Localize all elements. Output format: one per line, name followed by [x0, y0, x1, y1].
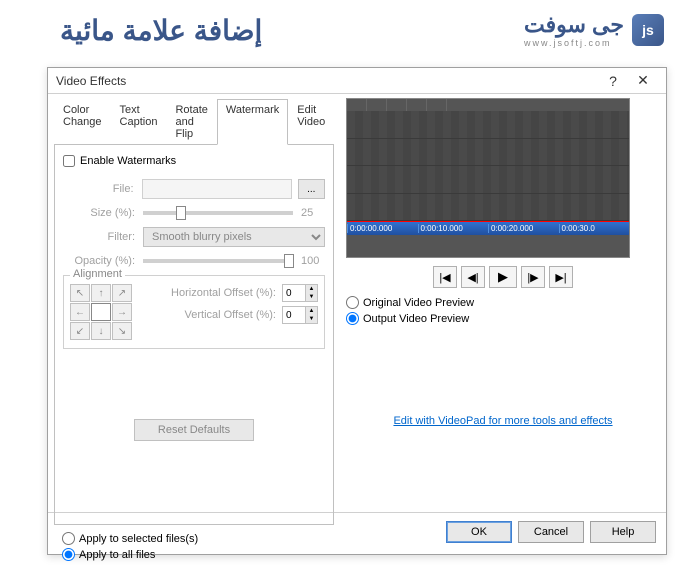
align-bottom-center[interactable]: ↓ — [91, 322, 111, 340]
reset-defaults-button[interactable]: Reset Defaults — [134, 419, 254, 441]
watermark-tab-content: Enable Watermarks File: ... Size (%): 25… — [54, 145, 334, 525]
play-button[interactable]: ▶ — [489, 266, 517, 288]
apply-all-radio[interactable] — [62, 548, 75, 561]
step-back-button[interactable]: ◀| — [461, 266, 485, 288]
apply-selected-radio[interactable] — [62, 532, 75, 545]
video-preview: 0:00:00.000 0:00:10.000 0:00:20.000 0:00… — [346, 98, 630, 258]
apply-scope-radios: Apply to selected files(s) Apply to all … — [54, 525, 334, 568]
skip-start-button[interactable]: |◀ — [433, 266, 457, 288]
tab-text-caption[interactable]: Text Caption — [111, 99, 167, 145]
size-value: 25 — [301, 207, 325, 219]
align-middle-right[interactable]: → — [112, 303, 132, 321]
help-button[interactable]: ? — [598, 70, 628, 92]
banner-logo: جى سوفت www.jsoftj.com js — [524, 12, 664, 48]
tabs: Color Change Text Caption Rotate and Fli… — [54, 98, 334, 145]
preview-timeline[interactable]: 0:00:00.000 0:00:10.000 0:00:20.000 0:00… — [347, 221, 629, 235]
skip-end-button[interactable]: ▶| — [549, 266, 573, 288]
opacity-slider[interactable] — [143, 259, 293, 263]
playback-controls: |◀ ◀| ▶ |▶ ▶| — [346, 266, 660, 288]
cancel-button[interactable]: Cancel — [518, 521, 584, 543]
tab-color-change[interactable]: Color Change — [54, 99, 111, 145]
preview-mode-radios: Original Video Preview Output Video Prev… — [346, 296, 660, 325]
size-slider[interactable] — [143, 211, 293, 215]
apply-all-label: Apply to all files — [79, 549, 155, 561]
output-preview-label: Output Video Preview — [363, 313, 469, 325]
original-preview-label: Original Video Preview — [363, 297, 474, 309]
ok-button[interactable]: OK — [446, 521, 512, 543]
enable-watermarks-label: Enable Watermarks — [80, 155, 176, 167]
apply-selected-label: Apply to selected files(s) — [79, 533, 198, 545]
opacity-label: Opacity (%): — [63, 255, 143, 267]
videopad-link[interactable]: Edit with VideoPad for more tools and ef… — [346, 415, 660, 427]
original-preview-radio[interactable] — [346, 296, 359, 309]
align-bottom-right[interactable]: ↘ — [112, 322, 132, 340]
opacity-value: 100 — [301, 255, 325, 267]
filter-dropdown[interactable]: Smooth blurry pixels — [143, 227, 325, 247]
browse-button[interactable]: ... — [298, 179, 325, 199]
titlebar: Video Effects ? ✕ — [48, 68, 666, 94]
tab-watermark[interactable]: Watermark — [217, 99, 288, 145]
video-effects-dialog: Video Effects ? ✕ Color Change Text Capt… — [47, 67, 667, 555]
output-preview-radio[interactable] — [346, 312, 359, 325]
banner: إضافة علامة مائية جى سوفت www.jsoftj.com… — [0, 0, 694, 60]
align-middle-left[interactable]: ← — [70, 303, 90, 321]
banner-arabic-text: إضافة علامة مائية — [60, 14, 262, 47]
filter-label: Filter: — [63, 231, 143, 243]
help-footer-button[interactable]: Help — [590, 521, 656, 543]
enable-watermarks-checkbox[interactable] — [63, 155, 75, 167]
v-offset-spinner[interactable]: 0 ▲▼ — [282, 306, 318, 324]
h-offset-spinner[interactable]: 0 ▲▼ — [282, 284, 318, 302]
alignment-fieldset: Alignment ↖ ↑ ↗ ← → ↙ ↓ ↘ Horiz — [63, 275, 325, 349]
dialog-title: Video Effects — [56, 74, 598, 88]
alignment-grid: ↖ ↑ ↗ ← → ↙ ↓ ↘ — [70, 284, 132, 340]
align-top-left[interactable]: ↖ — [70, 284, 90, 302]
align-middle-center[interactable] — [91, 303, 111, 321]
size-label: Size (%): — [63, 207, 143, 219]
file-input[interactable] — [142, 179, 292, 199]
tab-rotate-flip[interactable]: Rotate and Flip — [166, 99, 216, 145]
file-label: File: — [63, 183, 142, 195]
tab-edit-video[interactable]: Edit Video — [288, 99, 334, 145]
align-top-center[interactable]: ↑ — [91, 284, 111, 302]
align-top-right[interactable]: ↗ — [112, 284, 132, 302]
right-panel: 0:00:00.000 0:00:10.000 0:00:20.000 0:00… — [340, 94, 666, 512]
step-forward-button[interactable]: |▶ — [521, 266, 545, 288]
v-offset-label: Vertical Offset (%): — [142, 309, 282, 321]
alignment-label: Alignment — [70, 268, 125, 280]
h-offset-label: Horizontal Offset (%): — [142, 287, 282, 299]
align-bottom-left[interactable]: ↙ — [70, 322, 90, 340]
logo-url: www.jsoftj.com — [524, 38, 624, 48]
logo-text: جى سوفت — [524, 12, 624, 38]
logo-badge-icon: js — [632, 14, 664, 46]
left-panel: Color Change Text Caption Rotate and Fli… — [48, 94, 340, 512]
close-button[interactable]: ✕ — [628, 70, 658, 92]
